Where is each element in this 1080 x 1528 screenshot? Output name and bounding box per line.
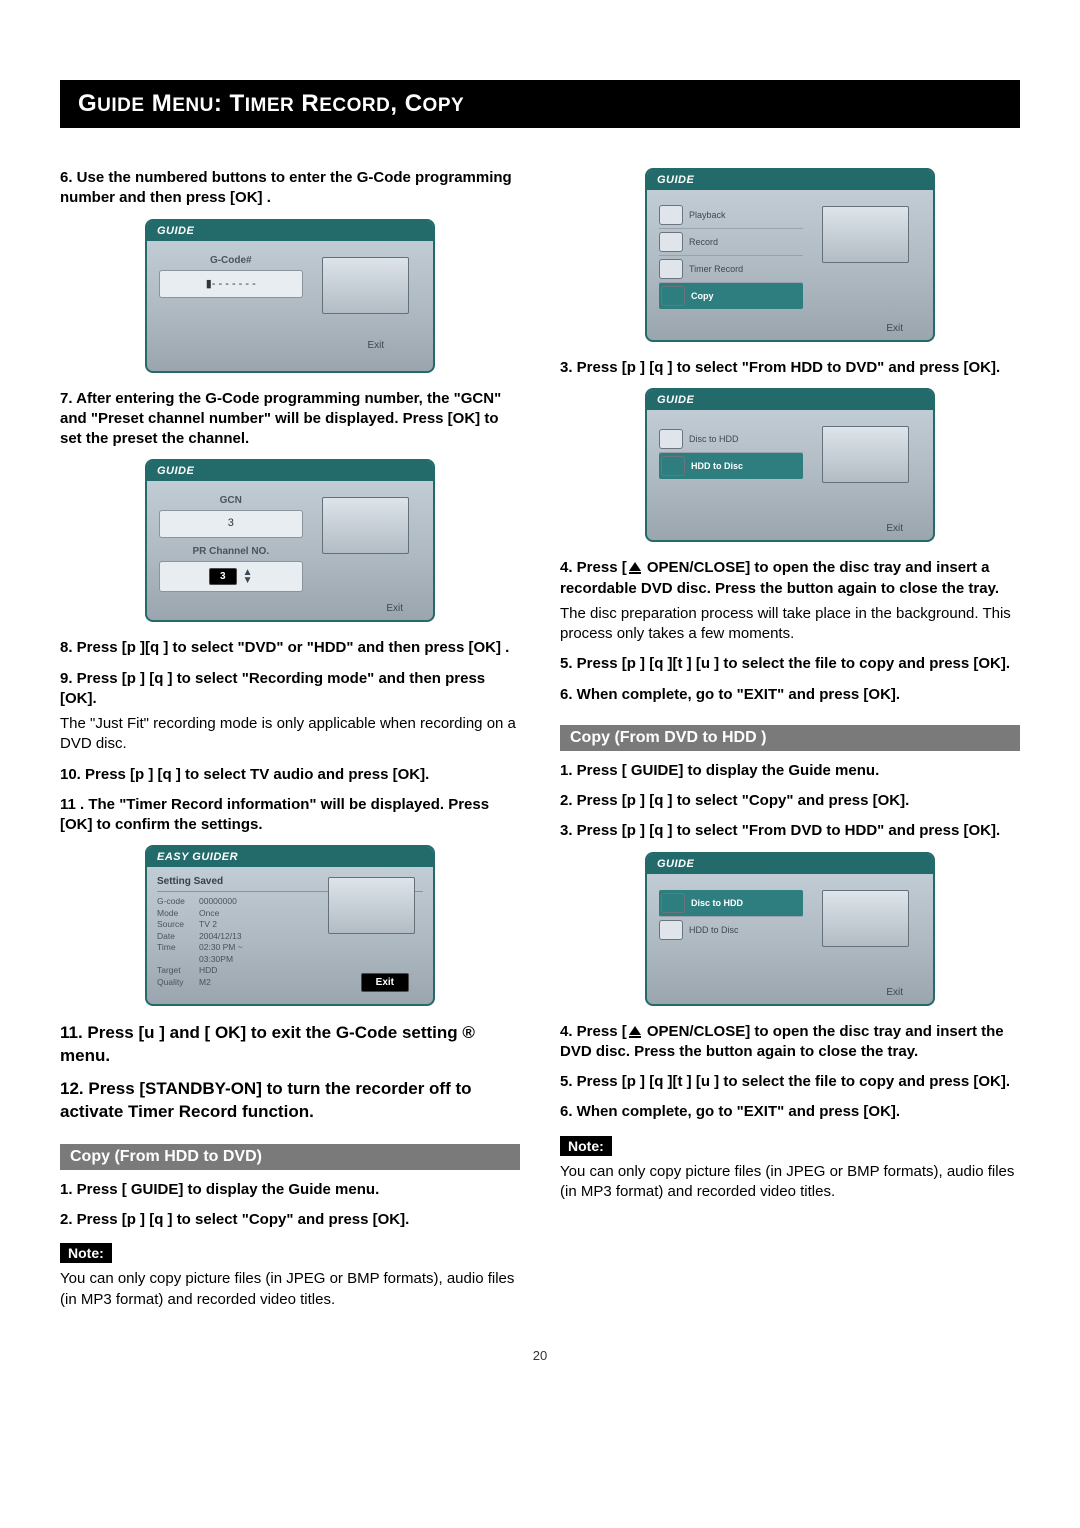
figure-easy-guider: EASY GUIDER Setting Saved G-code00000000… bbox=[145, 845, 435, 1006]
section-copy-hdd-to-dvd: Copy (From HDD to DVD) bbox=[60, 1144, 520, 1170]
guide-item-playback: Playback bbox=[659, 202, 803, 229]
r-step-5: 5. Press [p ] [q ][t ] [u ] to select th… bbox=[560, 654, 1020, 674]
preview-thumb bbox=[322, 257, 409, 314]
page-title: GUIDE MENU: TIMER RECORD, COPY bbox=[60, 80, 1020, 128]
step-7: 7. After entering the G-Code programming… bbox=[60, 389, 520, 450]
record-icon bbox=[659, 232, 683, 252]
d-step-1: 1. Press [ GUIDE] to display the Guide m… bbox=[560, 761, 1020, 781]
note-label: Note: bbox=[60, 1243, 112, 1263]
preview-thumb bbox=[822, 426, 909, 483]
preview-thumb bbox=[322, 497, 409, 554]
step-10: 10. Press [p ] [q ] to select TV audio a… bbox=[60, 765, 520, 785]
osd-title: GUIDE bbox=[647, 170, 933, 190]
guide-item-copy: Copy bbox=[659, 283, 803, 309]
disc-hdd-icon bbox=[661, 893, 685, 913]
r-step-3: 3. Press [p ] [q ] to select "From HDD t… bbox=[560, 358, 1020, 378]
osd-title: EASY GUIDER bbox=[147, 847, 433, 867]
figure-guide-gcode: GUIDE G-Code# ▮- - - - - - - Exit bbox=[145, 219, 435, 373]
prch-value: 3 ▲▼ bbox=[159, 561, 303, 592]
hdd-disc-icon bbox=[661, 456, 685, 476]
timer-icon bbox=[659, 259, 683, 279]
preview-thumb bbox=[822, 206, 909, 263]
gcode-value: ▮- - - - - - - bbox=[159, 270, 303, 298]
step-10b: 11 . The "Timer Record information" will… bbox=[60, 795, 520, 836]
step-9-note: The "Just Fit" recording mode is only ap… bbox=[60, 714, 520, 755]
step-11: 11. Press [u ] and [ OK] to exit the G-C… bbox=[60, 1022, 520, 1068]
guide-item-record: Record bbox=[659, 229, 803, 256]
d-step-3: 3. Press [p ] [q ] to select "From DVD t… bbox=[560, 821, 1020, 841]
playback-icon bbox=[659, 205, 683, 225]
disc-hdd-icon bbox=[659, 429, 683, 449]
guide-item-timer-record: Timer Record bbox=[659, 256, 803, 283]
guide-item-disc-to-hdd: Disc to HDD bbox=[659, 890, 803, 917]
section-copy-dvd-to-hdd: Copy (From DVD to HDD ) bbox=[560, 725, 1020, 751]
guide-item-disc-to-hdd: Disc to HDD bbox=[659, 426, 803, 453]
d-step-5: 5. Press [p ] [q ][t ] [u ] to select th… bbox=[560, 1072, 1020, 1092]
copy-step-2: 2. Press [p ] [q ] to select "Copy" and … bbox=[60, 1210, 520, 1230]
step-12: 12. Press [STANDBY-ON] to turn the recor… bbox=[60, 1078, 520, 1124]
step-6: 6. Use the numbered buttons to enter the… bbox=[60, 168, 520, 209]
figure-guide-copy-target-disc2hdd: GUIDE Disc to HDD HDD to Disc Exit bbox=[645, 852, 935, 1006]
r-step-4: 4. Press [ OPEN/CLOSE] to open the disc … bbox=[560, 558, 1020, 599]
exit-label: Exit bbox=[367, 340, 384, 351]
gcn-value: 3 bbox=[159, 510, 303, 538]
copy-step-1: 1. Press [ GUIDE] to display the Guide m… bbox=[60, 1180, 520, 1200]
exit-label: Exit bbox=[886, 987, 903, 998]
note-label: Note: bbox=[560, 1136, 612, 1156]
hdd-disc-icon bbox=[659, 920, 683, 940]
figure-guide-menu: GUIDE Playback Record Timer Record bbox=[645, 168, 935, 342]
guide-item-hdd-to-disc: HDD to Disc bbox=[659, 453, 803, 479]
note-body: You can only copy picture files (in JPEG… bbox=[60, 1269, 520, 1310]
figure-guide-gcn: GUIDE GCN 3 PR Channel NO. 3 ▲▼ Exit bbox=[145, 459, 435, 622]
copy-icon bbox=[661, 286, 685, 306]
guide-item-hdd-to-disc: HDD to Disc bbox=[659, 917, 803, 943]
d-step-4: 4. Press [ OPEN/CLOSE] to open the disc … bbox=[560, 1022, 1020, 1063]
osd-title: GUIDE bbox=[147, 221, 433, 241]
eject-icon bbox=[629, 1026, 641, 1035]
updown-icon: ▲▼ bbox=[243, 569, 253, 585]
page-number: 20 bbox=[60, 1348, 1020, 1363]
r-step-4-note: The disc preparation process will take p… bbox=[560, 604, 1020, 645]
gcode-label: G-Code# bbox=[159, 255, 303, 266]
step-9: 9. Press [p ] [q ] to select "Recording … bbox=[60, 669, 520, 710]
prch-label: PR Channel NO. bbox=[159, 546, 303, 557]
step-8: 8. Press [p ][q ] to select "DVD" or "HD… bbox=[60, 638, 520, 658]
osd-title: GUIDE bbox=[647, 854, 933, 874]
r-step-6: 6. When complete, go to "EXIT" and press… bbox=[560, 685, 1020, 705]
left-column: 6. Use the numbered buttons to enter the… bbox=[60, 158, 520, 1318]
osd-title: GUIDE bbox=[147, 461, 433, 481]
eject-icon bbox=[629, 562, 641, 571]
right-column: GUIDE Playback Record Timer Record bbox=[560, 158, 1020, 1318]
exit-label: Exit bbox=[386, 603, 403, 614]
gcn-label: GCN bbox=[159, 495, 303, 506]
d-step-6: 6. When complete, go to "EXIT" and press… bbox=[560, 1102, 1020, 1122]
osd-title: GUIDE bbox=[647, 390, 933, 410]
preview-thumb bbox=[822, 890, 909, 947]
exit-label: Exit bbox=[886, 523, 903, 534]
note-body: You can only copy picture files (in JPEG… bbox=[560, 1162, 1020, 1203]
preview-thumb bbox=[328, 877, 415, 934]
exit-label: Exit bbox=[886, 323, 903, 334]
figure-guide-copy-target-hdd2disc: GUIDE Disc to HDD HDD to Disc Exit bbox=[645, 388, 935, 542]
d-step-2: 2. Press [p ] [q ] to select "Copy" and … bbox=[560, 791, 1020, 811]
exit-button: Exit bbox=[361, 973, 409, 992]
